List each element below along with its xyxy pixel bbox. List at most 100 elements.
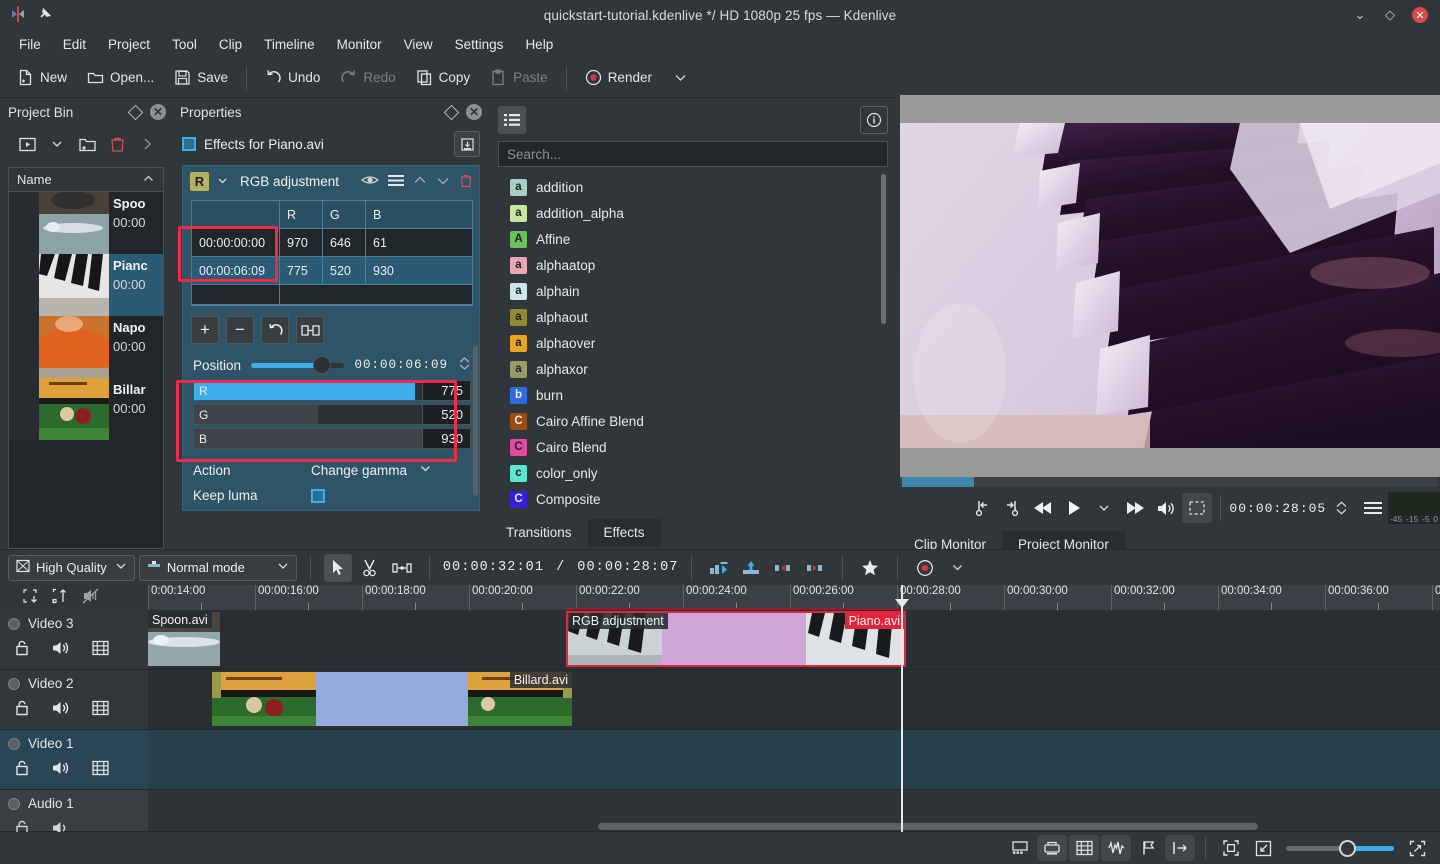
float-panel-icon[interactable] [128, 104, 144, 120]
project-bin-list[interactable]: Name Spoo 00:00 [8, 167, 164, 549]
monitor-timecode[interactable]: 00:00:28:05 [1229, 501, 1326, 516]
position-slider[interactable] [251, 356, 344, 374]
bin-more-button[interactable] [134, 131, 160, 157]
add-clip-menu-button[interactable] [44, 131, 70, 157]
menu-item-help[interactable]: Help [514, 34, 564, 55]
bin-column-header[interactable]: Name [9, 168, 163, 192]
keep-luma-checkbox[interactable] [311, 489, 325, 503]
table-row[interactable]: 00:00:00:00 970 646 61 [192, 229, 472, 257]
track-content-video-1[interactable] [148, 730, 1440, 790]
zone-start-button[interactable] [769, 554, 797, 582]
position-timecode[interactable]: 00:00:06:09 [354, 358, 448, 372]
timeline-render-menu-button[interactable] [943, 554, 971, 582]
new-button[interactable]: New [8, 64, 76, 91]
list-item[interactable]: aalphaover [498, 330, 888, 356]
hide-video-icon[interactable] [92, 760, 109, 779]
undo-button[interactable]: Undo [256, 64, 329, 91]
position-spinner-icon[interactable] [458, 356, 471, 374]
copy-button[interactable]: Copy [407, 64, 480, 91]
effect-header-row[interactable]: R RGB adjustment [183, 166, 479, 197]
tab-effects[interactable]: Effects [588, 519, 661, 546]
timeline-clip-piano[interactable]: RGB adjustment Piano.avi [566, 611, 906, 667]
remove-keyframe-button[interactable]: − [226, 316, 254, 344]
menu-item-file[interactable]: File [8, 34, 52, 55]
timeline-position-timecode[interactable]: 00:00:32:01 [443, 560, 544, 575]
forward-button[interactable] [1120, 493, 1151, 523]
add-folder-button[interactable] [74, 131, 100, 157]
timeline-render-button[interactable] [911, 554, 939, 582]
table-row[interactable]: 00:00:06:09 775 520 930 [192, 257, 472, 285]
list-item[interactable]: aalphaatop [498, 252, 888, 278]
monitor-zone-bar[interactable] [900, 477, 1438, 487]
position-slider-knob[interactable] [313, 356, 331, 374]
monitor-zone-selection[interactable] [902, 477, 974, 487]
zone-end-button[interactable] [801, 554, 829, 582]
close-panel-icon[interactable]: ✕ [466, 104, 482, 120]
timeline-playhead[interactable] [901, 585, 903, 832]
set-zone-in-button[interactable] [966, 493, 997, 523]
track-record-icon[interactable] [8, 798, 20, 810]
lock-icon[interactable] [14, 759, 30, 779]
extract-zone-button[interactable] [737, 554, 765, 582]
zoom-in-button[interactable] [1402, 835, 1432, 861]
timeline-clip-billard[interactable]: Billard.avi [212, 672, 572, 726]
add-keyframe-button[interactable]: + [191, 316, 219, 344]
lock-icon[interactable] [14, 639, 30, 659]
sort-ascending-icon[interactable] [142, 172, 155, 188]
effect-menu-icon[interactable] [388, 174, 404, 190]
maximize-icon[interactable]: ◇ [1382, 7, 1398, 23]
render-dropdown-button[interactable] [663, 64, 698, 91]
track-header-video-2[interactable]: Video 2 [0, 670, 148, 730]
mute-all-icon[interactable] [82, 588, 99, 607]
preview-quality-combo[interactable]: High Quality [8, 555, 135, 581]
reset-keyframes-button[interactable] [261, 316, 289, 344]
effects-list-scrollbar[interactable] [881, 174, 886, 324]
save-button[interactable]: Save [165, 64, 237, 91]
action-combo[interactable]: Change gamma [311, 462, 432, 478]
slider-r[interactable]: R 775 [193, 380, 471, 401]
tab-transitions[interactable]: Transitions [490, 519, 588, 546]
snap-button[interactable] [1165, 835, 1195, 861]
move-effect-up-icon[interactable] [413, 174, 427, 190]
effect-info-button[interactable] [860, 106, 888, 134]
list-item[interactable]: aaddition [498, 174, 888, 200]
list-item[interactable]: Spoo 00:00 [9, 192, 163, 254]
minimize-icon[interactable]: ⌄ [1352, 7, 1368, 23]
menu-item-tool[interactable]: Tool [161, 34, 208, 55]
track-record-icon[interactable] [8, 738, 20, 750]
expand-tracks-icon[interactable] [52, 588, 68, 607]
save-effect-stack-button[interactable] [454, 131, 480, 157]
timeline-ruler[interactable]: 0:00:14:00 00:00:16:00 00:00:18:00 00:00… [148, 585, 1440, 610]
slider-g[interactable]: G 520 [193, 404, 471, 425]
list-item[interactable]: CComposite [498, 486, 888, 512]
list-item[interactable]: AAffine [498, 226, 888, 252]
menu-item-monitor[interactable]: Monitor [326, 34, 393, 55]
markers-button[interactable] [1133, 835, 1163, 861]
fit-zoom-icon[interactable] [22, 588, 38, 607]
keyframe-table[interactable]: R G B 00:00:00:00 970 646 61 00:00:06:09… [191, 200, 473, 306]
effect-visibility-icon[interactable] [361, 173, 379, 190]
mute-icon[interactable] [52, 700, 70, 719]
list-item[interactable]: Pianc 00:00 [9, 254, 163, 316]
track-header-video-3[interactable]: Video 3 [0, 610, 148, 670]
fit-zoom-button[interactable] [1216, 835, 1246, 861]
mute-icon[interactable] [52, 760, 70, 779]
hide-video-icon[interactable] [92, 700, 109, 719]
timeline-clip-spoon[interactable]: Spoon.avi [148, 612, 220, 666]
list-item[interactable]: Billar 00:00 [9, 378, 163, 440]
apply-to-all-keyframes-button[interactable] [296, 316, 324, 344]
list-item[interactable]: aaddition_alpha [498, 200, 888, 226]
play-button[interactable] [1058, 493, 1089, 523]
slider-g-value[interactable]: 520 [422, 405, 470, 424]
float-panel-icon[interactable] [444, 104, 460, 120]
slider-b[interactable]: B 930 [193, 428, 471, 449]
delete-effect-icon[interactable] [459, 173, 473, 191]
delete-clip-button[interactable] [104, 131, 130, 157]
transition-marker-in[interactable] [212, 672, 221, 698]
list-item[interactable]: bburn [498, 382, 888, 408]
zoom-out-button[interactable] [1248, 835, 1278, 861]
razor-tool-button[interactable] [356, 554, 384, 582]
track-record-icon[interactable] [8, 618, 20, 630]
track-header-video-1[interactable]: Video 1 [0, 730, 148, 790]
show-all-effects-button[interactable] [498, 106, 526, 134]
